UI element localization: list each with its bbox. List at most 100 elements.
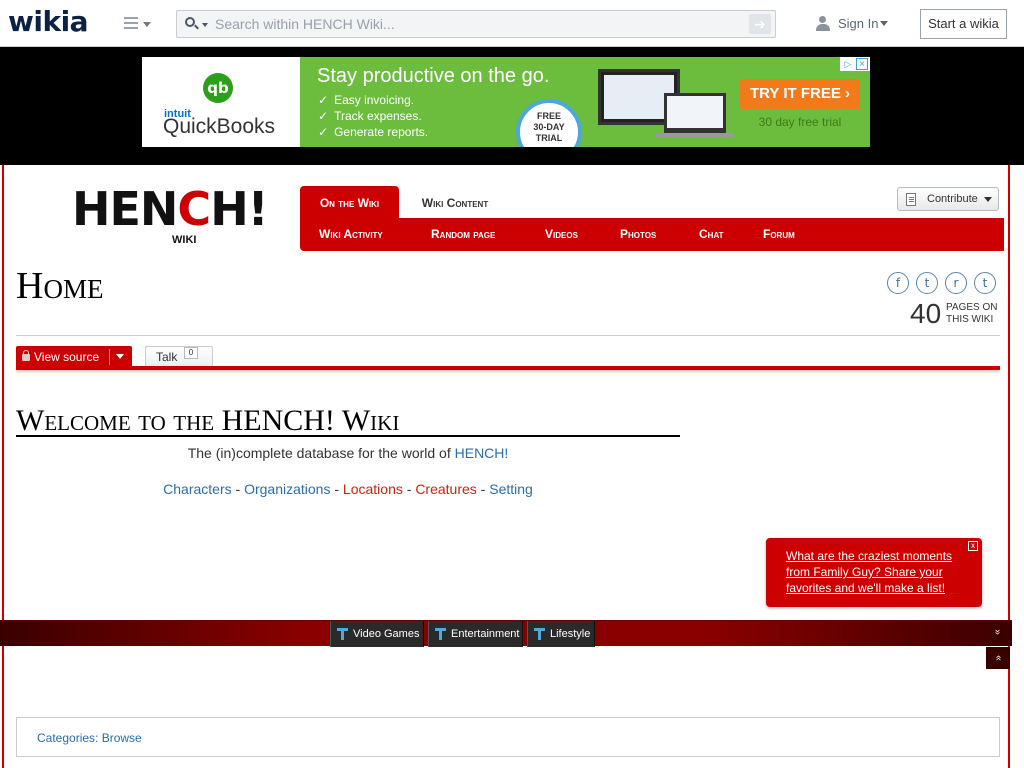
ad-brand-name: QuickBooks — [163, 115, 276, 138]
locations-link[interactable]: Locations — [343, 481, 403, 497]
notification-link[interactable]: What are the craziest moments from Famil… — [786, 548, 966, 596]
subnav-photos[interactable]: Photos — [620, 218, 656, 251]
start-a-wikia-button[interactable]: Start a wikia — [920, 9, 1007, 39]
quickbooks-logo-icon: qb — [203, 73, 233, 103]
footer-lifestyle[interactable]: Lifestyle — [527, 621, 595, 647]
ad-bullet: Track expenses. — [318, 109, 422, 123]
browse-category-link[interactable]: Browse — [102, 731, 142, 745]
quickbooks-ad[interactable]: qb intuit QuickBooks Stay productive on … — [142, 57, 870, 147]
footer-item-label: Lifestyle — [550, 628, 591, 640]
trial-badge-line: TRIAL — [535, 133, 563, 143]
wiki-page: HENCH! WIKI On the Wiki Wiki Content Wik… — [2, 165, 1010, 768]
ad-choices-icon[interactable]: ▷ — [842, 58, 854, 70]
chevron-down-icon — [143, 22, 151, 27]
footer-entertainment[interactable]: Entertainment — [428, 621, 523, 647]
view-source-button[interactable]: View source — [16, 346, 132, 368]
document-icon — [906, 193, 916, 206]
wikia-hub-icon — [337, 628, 348, 640]
search-input[interactable] — [215, 14, 725, 34]
wiki-wordmark: HENCH! — [72, 182, 269, 236]
global-navigation: wikia ➔ Sign In Start a wikia — [0, 0, 1024, 47]
lock-icon — [22, 350, 30, 361]
hench-wiki-logo[interactable]: HENCH! WIKI — [72, 186, 269, 248]
chevron-down-icon — [984, 197, 992, 202]
hench-link[interactable]: HENCH! — [455, 445, 509, 461]
ad-brand-panel: qb intuit QuickBooks — [142, 57, 300, 147]
notification-bubble: What are the craziest moments from Famil… — [766, 538, 982, 607]
categories-box: Categories: Browse — [16, 717, 1000, 757]
setting-link[interactable]: Setting — [489, 481, 533, 497]
ad-headline: Stay productive on the go. — [317, 65, 550, 87]
sign-in-button[interactable]: Sign In — [816, 16, 889, 34]
wiki-wordmark-sub: WIKI — [172, 234, 197, 246]
ad-content-panel: Stay productive on the go. Easy invoicin… — [300, 57, 870, 147]
close-ad-icon[interactable]: × — [856, 58, 868, 70]
talk-count-badge: 0 — [184, 347, 198, 359]
page-title: Home — [16, 265, 104, 307]
trial-badge-line: FREE — [536, 111, 561, 121]
ad-banner-area: qb intuit QuickBooks Stay productive on … — [0, 47, 1024, 165]
chevron-down-icon[interactable] — [116, 354, 124, 359]
free-trial-badge: FREE 30-DAY TRIAL — [516, 99, 582, 147]
search-box: ➔ — [176, 10, 776, 38]
search-submit-button[interactable]: ➔ — [749, 14, 771, 34]
twitter-icon[interactable]: t — [916, 272, 938, 294]
footer-video-games[interactable]: Video Games — [330, 621, 424, 647]
subnav-random-page[interactable]: Random page — [431, 218, 495, 251]
tagline-text: The (in)complete database for the world … — [187, 445, 455, 461]
devices-illustration — [590, 65, 734, 143]
tab-wiki-content[interactable]: Wiki Content — [401, 186, 509, 218]
collapse-toolbar-icon[interactable]: » — [989, 625, 1005, 639]
page-header-rule — [16, 366, 1000, 370]
contribute-button[interactable]: Contribute — [897, 187, 999, 211]
footer-item-label: Entertainment — [451, 628, 520, 640]
user-icon — [816, 16, 830, 31]
talk-label: Talk — [156, 350, 178, 364]
nav-separator: - — [330, 481, 343, 497]
nav-separator: - — [231, 481, 245, 497]
page-count-label: Pages on this wiki — [946, 302, 998, 325]
sign-in-label: Sign In — [838, 16, 879, 31]
try-it-free-button[interactable]: TRY IT FREE › — [740, 79, 860, 109]
footer-item-label: Video Games — [353, 628, 420, 640]
wikia-hub-icon — [534, 628, 545, 640]
page-count-number: 40 — [910, 298, 942, 329]
wikia-logo[interactable]: wikia — [8, 5, 89, 38]
nav-separator: - — [402, 481, 416, 497]
wiki-subnav: Wiki Activity Random page Videos Photos … — [300, 218, 1004, 251]
characters-link[interactable]: Characters — [163, 481, 231, 497]
chevron-down-icon[interactable] — [202, 23, 208, 27]
welcome-heading: Welcome to the HENCH! Wiki — [16, 401, 680, 437]
contribute-label: Contribute — [927, 193, 978, 205]
tab-on-the-wiki[interactable]: On the Wiki — [300, 186, 399, 218]
talk-button[interactable]: Talk 0 — [145, 346, 213, 368]
ad-choices: ▷ × — [840, 57, 870, 71]
nav-separator: - — [476, 481, 490, 497]
main-nav-links: Characters - Organizations - Locations -… — [16, 481, 680, 497]
menu-icon — [124, 17, 138, 29]
subnav-chat[interactable]: Chat — [699, 218, 724, 251]
back-to-top-button[interactable]: « — [986, 647, 1010, 669]
wikia-hub-icon — [435, 628, 446, 640]
view-source-label: View source — [34, 350, 100, 364]
facebook-icon[interactable]: f — [887, 272, 909, 294]
categories-label[interactable]: Categories: — [37, 731, 98, 745]
subnav-videos[interactable]: Videos — [545, 218, 578, 251]
creatures-link[interactable]: Creatures — [415, 481, 476, 497]
ad-bullet: Easy invoicing. — [318, 93, 414, 107]
trial-badge-line: 30-DAY — [533, 122, 565, 132]
chevron-down-icon — [880, 21, 889, 26]
hamburger-menu-button[interactable] — [124, 14, 154, 34]
tagline: The (in)complete database for the world … — [16, 445, 680, 461]
organizations-link[interactable]: Organizations — [244, 481, 330, 497]
header-divider — [16, 335, 1000, 336]
subnav-wiki-activity[interactable]: Wiki Activity — [319, 218, 383, 251]
ad-cta-subtext: 30 day free trial — [758, 115, 842, 129]
search-icon[interactable] — [185, 17, 201, 31]
reddit-icon[interactable]: r — [945, 272, 967, 294]
tumblr-icon[interactable]: t — [974, 272, 996, 294]
close-icon[interactable]: x — [968, 541, 978, 551]
global-footer-toolbar: Video Games Entertainment Lifestyle — [0, 620, 1012, 647]
subnav-forum[interactable]: Forum — [763, 218, 795, 251]
ad-bullet: Generate reports. — [318, 125, 428, 139]
